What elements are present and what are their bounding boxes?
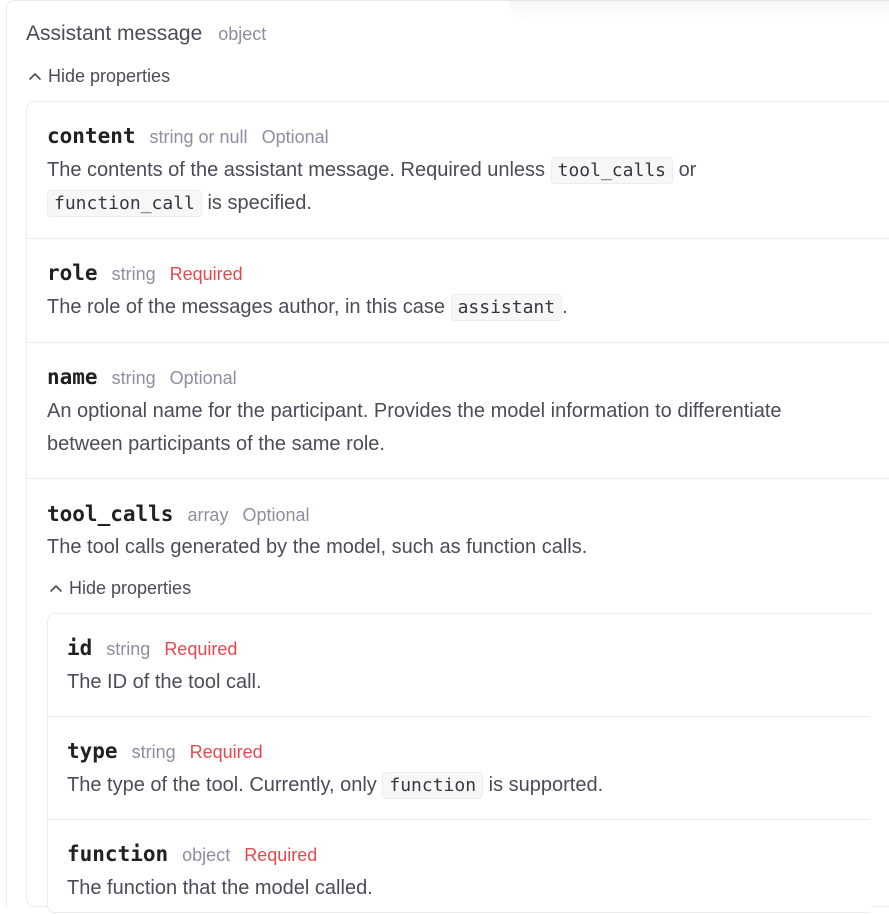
prop-function: function object Required The function th… [48, 820, 870, 914]
prop-name: type [67, 739, 118, 763]
prop-name-field: name string Optional An optional name fo… [27, 343, 889, 479]
prop-role: role string Required The role of the mes… [27, 239, 889, 343]
chevron-up-icon [50, 584, 62, 592]
hide-properties-toggle[interactable]: Hide properties [28, 66, 170, 87]
prop-status: Required [244, 845, 318, 865]
prop-status: Required [164, 639, 238, 659]
prop-status: Optional [169, 368, 237, 388]
prop-status: Optional [242, 505, 310, 525]
prop-description: The contents of the assistant message. R… [47, 154, 867, 220]
prop-description: An optional name for the participant. Pr… [47, 400, 782, 455]
inline-code: assistant [450, 294, 563, 321]
prop-type: object [182, 845, 231, 865]
prop-description: The type of the tool. Currently, only fu… [67, 769, 847, 802]
prop-status: Required [169, 264, 243, 284]
hide-properties-label: Hide properties [69, 578, 192, 598]
prop-type: string [106, 639, 151, 659]
prop-name: role [47, 261, 98, 285]
prop-description: The role of the messages author, in this… [47, 291, 867, 324]
prop-type: string or null [149, 127, 248, 147]
prop-name: function [67, 842, 169, 866]
section-title: Assistant message object [26, 22, 266, 46]
prop-type: string [131, 742, 176, 762]
chevron-up-icon [29, 72, 41, 80]
prop-id: id string Required The ID of the tool ca… [48, 614, 870, 717]
inline-code: tool_calls [550, 157, 673, 184]
prop-type: string [111, 264, 156, 284]
prop-status: Optional [261, 127, 329, 147]
prop-name: content [47, 124, 136, 148]
prop-description: The tool calls generated by the model, s… [47, 536, 588, 558]
inline-code: function [382, 772, 484, 799]
tool-calls-properties-panel: id string Required The ID of the tool ca… [47, 613, 870, 913]
properties-panel: content string or null Optional The cont… [26, 101, 889, 913]
prop-type: array [187, 505, 229, 525]
prop-tool-calls: tool_calls array Optional The tool calls… [27, 479, 889, 913]
prop-type-field: type string Required The type of the too… [48, 717, 870, 820]
section-type: object [218, 24, 267, 44]
prop-name: tool_calls [47, 502, 174, 526]
hide-properties-label: Hide properties [48, 66, 171, 86]
prop-description: The ID of the tool call. [67, 671, 262, 693]
prop-status: Required [189, 742, 263, 762]
prop-name: id [67, 636, 93, 660]
prop-name: name [47, 365, 98, 389]
prop-description: The function that the model called. [67, 877, 373, 899]
prop-type: string [111, 368, 156, 388]
hide-properties-toggle[interactable]: Hide properties [49, 578, 191, 599]
inline-code: function_call [47, 190, 202, 217]
prop-content: content string or null Optional The cont… [27, 102, 889, 239]
section-title-label: Assistant message [26, 22, 203, 45]
